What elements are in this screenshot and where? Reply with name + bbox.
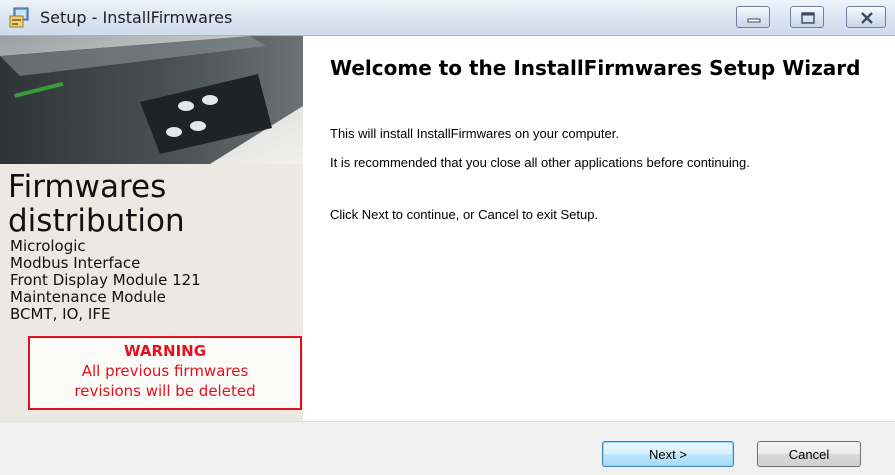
banner-title-line1: Firmwares <box>8 169 167 205</box>
list-item: Maintenance Module <box>10 288 166 306</box>
banner-title: Firmwares distribution <box>8 170 185 238</box>
next-button[interactable]: Next > <box>602 441 734 467</box>
warning-box: WARNING All previous firmwares revisions… <box>28 336 302 410</box>
cancel-button[interactable]: Cancel <box>757 441 861 467</box>
minimize-button[interactable] <box>736 6 770 28</box>
product-photo <box>0 36 303 164</box>
instruction-text: Click Next to continue, or Cancel to exi… <box>330 207 599 222</box>
wizard-footer: Next > Cancel <box>0 421 895 475</box>
maximize-button[interactable] <box>790 6 824 28</box>
list-item: Front Display Module 121 <box>10 271 201 289</box>
warning-title: WARNING <box>123 342 207 360</box>
wizard-heading: Welcome to the InstallFirmwares Setup Wi… <box>330 56 861 80</box>
minimize-icon <box>747 18 761 23</box>
setup-installer-icon <box>9 7 29 28</box>
list-item: Micrologic <box>10 237 86 255</box>
recommendation-text: It is recommended that you close all oth… <box>330 155 750 170</box>
maximize-icon <box>801 12 815 24</box>
banner-title-line2: distribution <box>8 203 185 239</box>
title-bar[interactable]: Setup - InstallFirmwares <box>0 0 895 36</box>
close-icon <box>861 12 873 24</box>
intro-text: This will install InstallFirmwares on yo… <box>330 126 619 141</box>
warning-line1: All previous firmwares <box>81 362 249 380</box>
list-item: Modbus Interface <box>10 254 141 272</box>
warning-line2: revisions will be deleted <box>74 382 256 400</box>
window-title: Setup - InstallFirmwares <box>40 8 233 27</box>
wizard-side-banner: Firmwares distribution Micrologic Modbus… <box>0 36 303 421</box>
wizard-content: Welcome to the InstallFirmwares Setup Wi… <box>303 36 895 421</box>
firmware-module-list: Micrologic Modbus Interface Front Displa… <box>10 238 201 323</box>
close-button[interactable] <box>846 6 886 28</box>
list-item: BCMT, IO, IFE <box>10 305 111 323</box>
